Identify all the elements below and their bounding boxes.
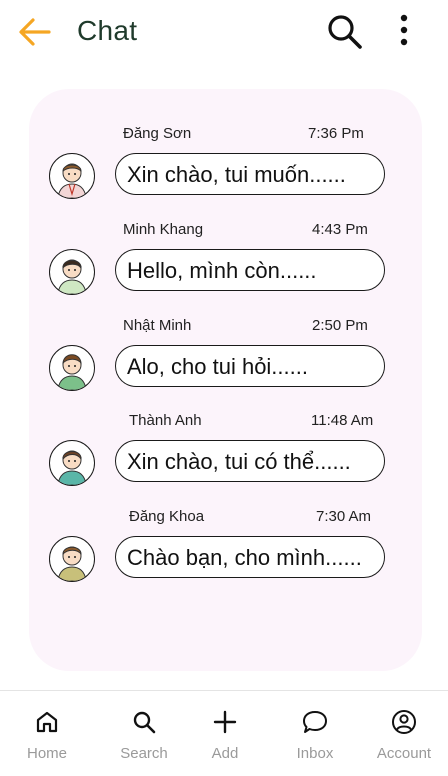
message-preview: Hello, mình còn...... [115,249,385,291]
message-text: Chào bạn, cho mình...... [127,545,362,570]
nav-add[interactable]: Add [180,691,270,776]
arrow-left-icon [19,18,51,46]
avatar [49,440,95,486]
message-text: Alo, cho tui hỏi...... [127,354,308,379]
message-preview: Xin chào, tui có thể...... [115,440,385,482]
message-text: Xin chào, tui muốn...... [127,162,346,187]
contact-name: Đăng Khoa [129,508,205,525]
app-header: Chat [0,0,448,66]
message-text: Hello, mình còn...... [127,258,317,283]
message-preview: Xin chào, tui muốn...... [115,153,385,195]
back-button[interactable] [16,14,54,50]
nav-inbox[interactable]: Inbox [270,691,360,776]
nav-account[interactable]: Account [359,691,448,776]
message-time: 7:30 Am [316,508,372,525]
contact-name: Minh Khang [123,221,204,238]
message-time: 2:50 Pm [312,317,368,334]
conversation-item[interactable]: Đăng Sơn 7:36 Pm Xin chào, tui muốn.....… [29,125,422,215]
message-time: 4:43 Pm [312,221,368,238]
nav-home-label: Home [26,745,67,762]
bottom-navigation: Home Search Add Inbox Account [0,690,448,776]
avatar [49,345,95,391]
search-icon [328,15,362,49]
contact-name: Đăng Sơn [123,125,192,142]
nav-add-label: Add [211,745,239,762]
more-options-button[interactable] [392,13,416,49]
nav-search-label: Search [120,745,168,762]
avatar [49,249,95,295]
conversation-list: Đăng Sơn 7:36 Pm Xin chào, tui muốn.....… [29,89,422,671]
conversation-item[interactable]: Nhật Minh 2:50 Pm Alo, cho tui hỏi...... [29,317,422,407]
avatar [49,153,95,199]
search-button[interactable] [326,13,364,51]
page-title: Chat [77,15,138,46]
conversation-item[interactable]: Đăng Khoa 7:30 Am Chào bạn, cho mình....… [29,508,422,598]
message-text: Xin chào, tui có thể...... [127,449,351,474]
home-icon [36,711,58,733]
more-vertical-icon [400,14,408,46]
search-icon [133,711,156,734]
avatar [49,536,95,582]
message-preview: Alo, cho tui hỏi...... [115,345,385,387]
contact-name: Nhật Minh [123,317,192,334]
message-preview: Chào bạn, cho mình...... [115,536,385,578]
nav-search[interactable]: Search [99,691,189,776]
chat-bubble-icon [303,711,327,733]
conversation-item[interactable]: Minh Khang 4:43 Pm Hello, mình còn...... [29,221,422,311]
account-icon [392,710,416,734]
message-time: 7:36 Pm [308,125,364,142]
plus-icon [213,710,237,734]
nav-inbox-label: Inbox [296,745,334,762]
contact-name: Thành Anh [129,412,202,429]
nav-account-label: Account [376,745,432,762]
message-time: 11:48 Am [311,412,374,429]
nav-home[interactable]: Home [2,691,92,776]
conversation-item[interactable]: Thành Anh 11:48 Am Xin chào, tui có thể.… [29,412,422,502]
